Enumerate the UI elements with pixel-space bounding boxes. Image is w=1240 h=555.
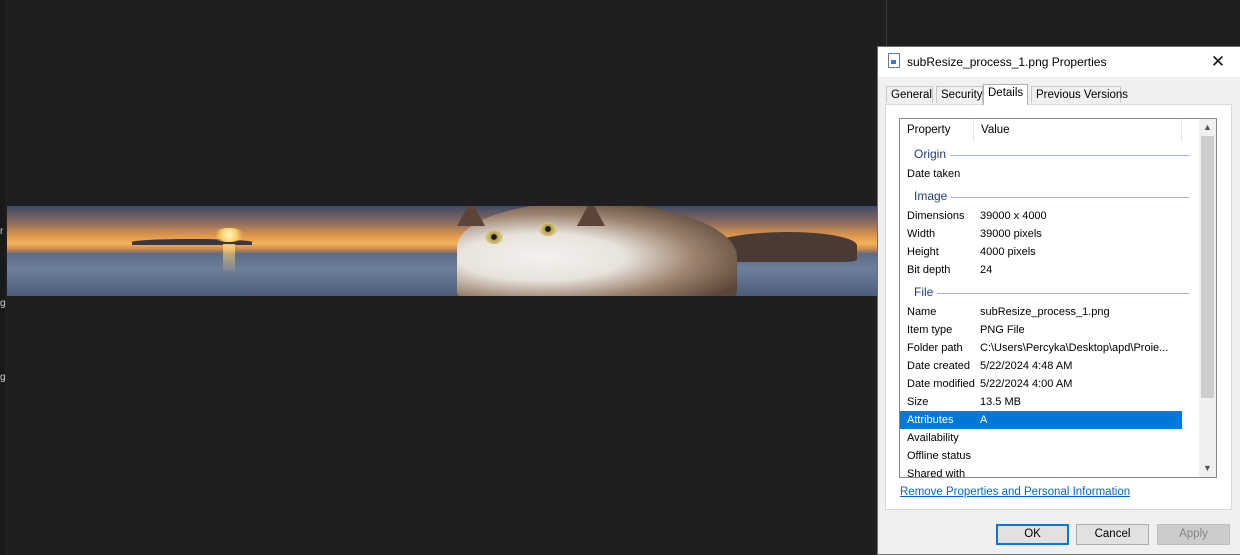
- tab-security[interactable]: Security: [936, 86, 983, 103]
- property-row[interactable]: Offline status: [900, 447, 1182, 465]
- property-value: 39000 pixels: [980, 228, 1042, 240]
- property-row[interactable]: Date taken: [900, 165, 1182, 183]
- tab-previous-versions[interactable]: Previous Versions: [1031, 86, 1128, 103]
- properties-dialog: subResize_process_1.png Properties ✕ Gen…: [877, 46, 1240, 555]
- property-row[interactable]: Width 39000 pixels: [900, 225, 1182, 243]
- group-divider: [914, 293, 1189, 294]
- property-name: Dimensions: [907, 210, 965, 222]
- column-header-property[interactable]: Property: [900, 119, 974, 142]
- property-name: Folder path: [907, 342, 963, 354]
- property-name: Bit depth: [907, 264, 951, 276]
- cat-eye: [539, 222, 557, 236]
- property-row[interactable]: Shared with: [900, 465, 1182, 478]
- property-name: Date created: [907, 360, 970, 372]
- property-value: C:\Users\Percyka\Desktop\apd\Proie...: [980, 342, 1169, 354]
- cancel-button[interactable]: Cancel: [1076, 524, 1149, 545]
- group-label: Image: [914, 189, 952, 203]
- property-row[interactable]: Folder path C:\Users\Percyka\Desktop\apd…: [900, 339, 1182, 357]
- group-divider: [914, 155, 1189, 156]
- property-row[interactable]: Size 13.5 MB: [900, 393, 1182, 411]
- property-row[interactable]: Name subResize_process_1.png: [900, 303, 1182, 321]
- property-name: Attributes: [907, 414, 954, 426]
- tab-details[interactable]: Details: [983, 84, 1028, 105]
- viewer-left-strip: [0, 0, 5, 555]
- property-row[interactable]: Availability: [900, 429, 1182, 447]
- sun-reflection: [223, 244, 235, 274]
- property-list[interactable]: Property Value Origin Date taken Image D…: [899, 118, 1217, 478]
- property-value: 13.5 MB: [980, 396, 1021, 408]
- property-name: Name: [907, 306, 937, 318]
- group-image: Image: [900, 186, 1190, 206]
- group-label: Origin: [914, 147, 951, 161]
- cat-eye: [485, 230, 503, 244]
- property-name: Date modified: [907, 378, 975, 390]
- property-value: 5/22/2024 4:48 AM: [980, 360, 1073, 372]
- tab-general[interactable]: General: [886, 86, 933, 103]
- property-row[interactable]: Date created 5/22/2024 4:48 AM: [900, 357, 1182, 375]
- property-name: Item type: [907, 324, 953, 336]
- png-file-icon: [888, 53, 900, 68]
- property-name: Offline status: [907, 450, 971, 462]
- setting-sun: [212, 228, 246, 242]
- property-name: Size: [907, 396, 929, 408]
- ok-button[interactable]: OK: [996, 524, 1069, 545]
- scroll-up-arrow-icon[interactable]: ▲: [1199, 119, 1216, 136]
- property-row[interactable]: Height 4000 pixels: [900, 243, 1182, 261]
- cat: [457, 206, 737, 296]
- property-row[interactable]: Bit depth 24: [900, 261, 1182, 279]
- property-name: Height: [907, 246, 939, 258]
- group-divider: [914, 197, 1189, 198]
- dialog-title: subResize_process_1.png Properties: [907, 55, 1107, 69]
- edge-text-fragment: g: [0, 372, 6, 383]
- details-pane: Property Value Origin Date taken Image D…: [885, 104, 1232, 510]
- scroll-down-arrow-icon[interactable]: ▼: [1199, 460, 1216, 477]
- group-label: File: [914, 285, 938, 299]
- property-value: A: [980, 414, 988, 426]
- close-button[interactable]: ✕: [1196, 47, 1240, 77]
- property-value: 24: [980, 264, 993, 276]
- edge-text-fragment: r: [0, 226, 4, 237]
- dialog-titlebar[interactable]: subResize_process_1.png Properties ✕: [878, 47, 1240, 77]
- viewer-divider: [886, 0, 887, 46]
- apply-button[interactable]: Apply: [1157, 524, 1230, 545]
- scroll-thumb[interactable]: [1201, 136, 1214, 398]
- property-value: 4000 pixels: [980, 246, 1036, 258]
- property-row-selected[interactable]: Attributes A: [900, 411, 1182, 429]
- property-value: subResize_process_1.png: [980, 306, 1110, 318]
- edge-text-fragment: g: [0, 298, 6, 309]
- property-row[interactable]: Item type PNG File: [900, 321, 1182, 339]
- property-value: 5/22/2024 4:00 AM: [980, 378, 1073, 390]
- remove-properties-link[interactable]: Remove Properties and Personal Informati…: [900, 486, 1130, 498]
- group-file: File: [900, 282, 1190, 302]
- vertical-scrollbar[interactable]: ▲ ▼: [1199, 119, 1216, 477]
- cat-ear: [457, 206, 485, 226]
- column-header-value[interactable]: Value: [974, 119, 1182, 142]
- panorama-image: [7, 206, 877, 296]
- property-name: Shared with: [907, 468, 966, 478]
- property-name: Availability: [907, 432, 959, 444]
- property-value: PNG File: [980, 324, 1025, 336]
- group-origin: Origin: [900, 144, 1190, 164]
- property-value: 39000 x 4000: [980, 210, 1047, 222]
- cat-ear: [577, 206, 605, 226]
- property-name: Width: [907, 228, 936, 240]
- property-name: Date taken: [907, 168, 961, 180]
- property-row[interactable]: Dimensions 39000 x 4000: [900, 207, 1182, 225]
- property-row[interactable]: Date modified 5/22/2024 4:00 AM: [900, 375, 1182, 393]
